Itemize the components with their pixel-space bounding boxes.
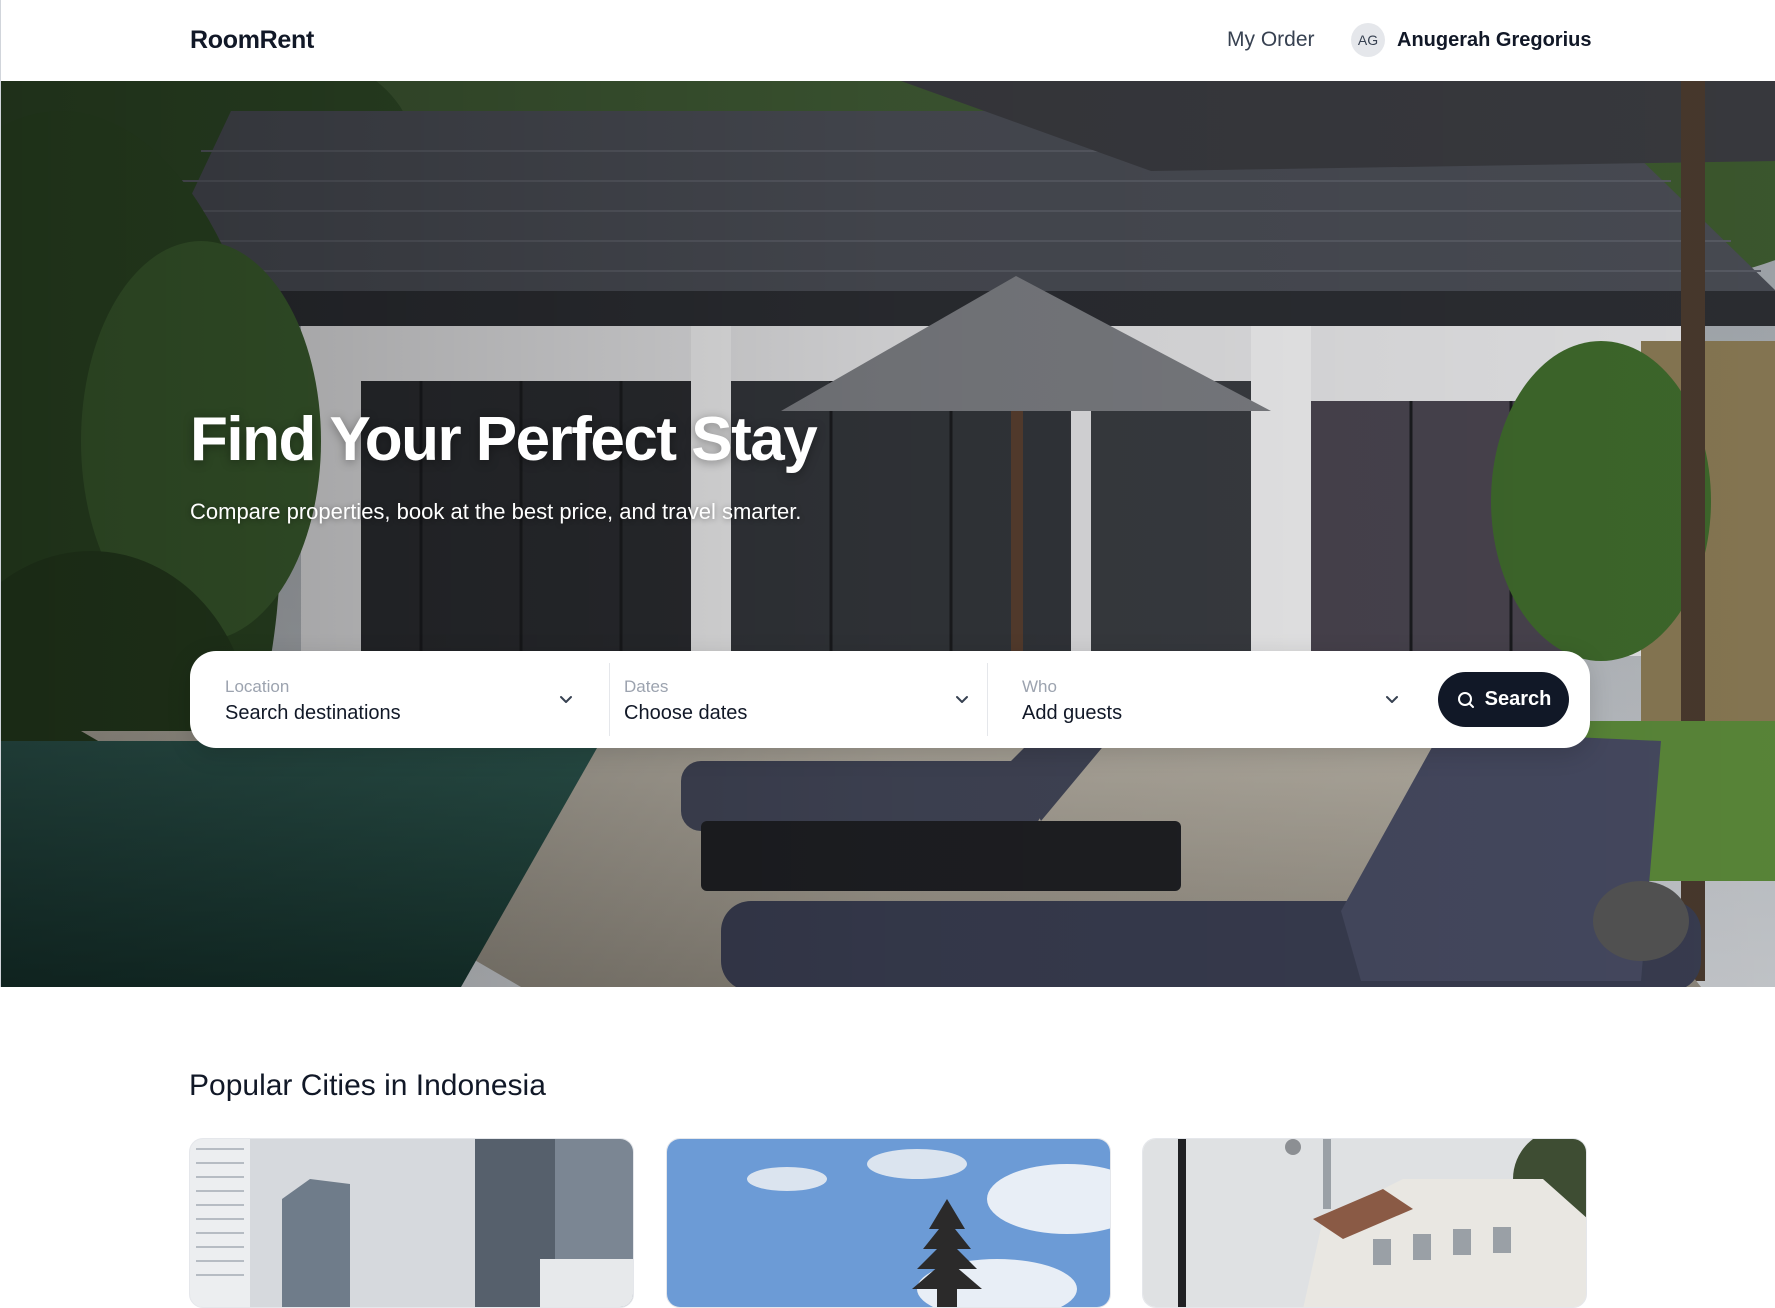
dates-value: Choose dates xyxy=(624,702,748,724)
hero-title: Find Your Perfect Stay xyxy=(190,405,818,474)
dates-field[interactable]: Dates Choose dates xyxy=(610,651,988,748)
search-button[interactable]: Search xyxy=(1438,672,1569,727)
top-navbar: RoomRent My Order AG Anugerah Gregorius xyxy=(0,0,1775,81)
section-title: Popular Cities in Indonesia xyxy=(189,1069,546,1102)
chevron-down-icon xyxy=(956,696,968,703)
search-button-label: Search xyxy=(1484,688,1552,710)
guests-field[interactable]: Who Add guests xyxy=(988,651,1418,748)
dates-label: Dates xyxy=(624,677,669,696)
city-skyline-image xyxy=(190,1139,633,1307)
hero-banner: Find Your Perfect Stay Compare propertie… xyxy=(0,81,1775,987)
hero-villa-pool-image xyxy=(1,81,1775,987)
user-menu[interactable]: AG Anugerah Gregorius xyxy=(1351,23,1591,57)
city-card[interactable] xyxy=(666,1138,1111,1308)
location-label: Location xyxy=(225,677,290,696)
temple-image xyxy=(667,1139,1110,1307)
location-value: Search destinations xyxy=(225,702,401,724)
colonial-street-image xyxy=(1143,1139,1586,1307)
chevron-down-icon xyxy=(1386,696,1398,703)
location-field[interactable]: Location Search destinations xyxy=(190,651,608,748)
my-order-link[interactable]: My Order xyxy=(1227,28,1315,52)
hero-subtitle: Compare properties, book at the best pri… xyxy=(190,499,802,524)
chevron-down-icon xyxy=(560,696,572,703)
brand-logo[interactable]: RoomRent xyxy=(190,26,314,55)
avatar: AG xyxy=(1351,23,1385,57)
guests-value: Add guests xyxy=(1022,702,1123,724)
city-card[interactable] xyxy=(1142,1138,1587,1308)
search-bar: Location Search destinations Dates Choos… xyxy=(190,651,1590,748)
user-name: Anugerah Gregorius xyxy=(1397,28,1592,51)
city-card[interactable] xyxy=(189,1138,634,1308)
search-icon xyxy=(1457,691,1474,708)
guests-label: Who xyxy=(1022,677,1057,696)
